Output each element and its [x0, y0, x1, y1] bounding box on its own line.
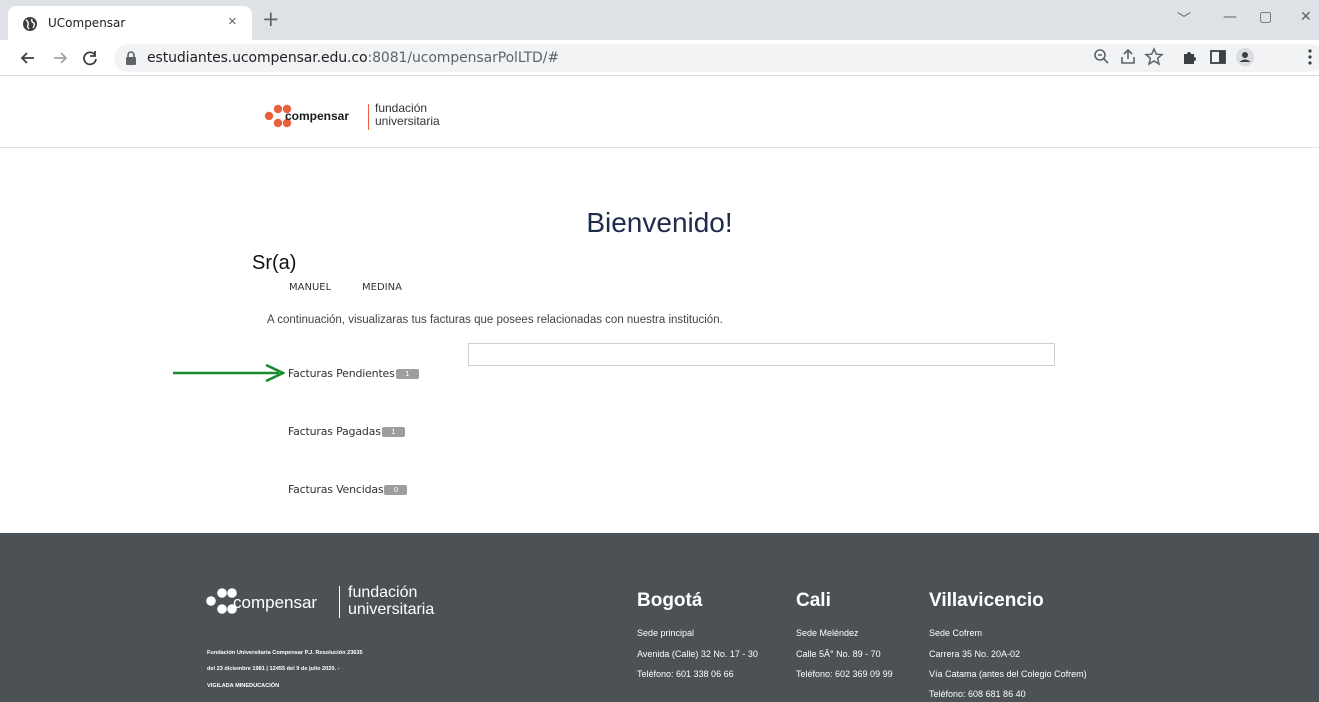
welcome-heading: Bienvenido!	[586, 207, 733, 238]
user-last-name: MEDINA	[362, 282, 402, 293]
legal-line-1: Fundación Universitaria Compensar P.J. R…	[207, 650, 363, 656]
extensions-puzzle-icon[interactable]	[1180, 47, 1200, 67]
pending-count-badge: 1	[395, 369, 419, 379]
paid-count-badge: 1	[381, 427, 405, 437]
close-tab-icon[interactable]: ×	[228, 13, 237, 30]
cali-line-2: Calle 5Â° No. 89 - 70	[796, 649, 881, 659]
logo-line-2: universitaria	[375, 113, 440, 128]
menu-kebab-icon[interactable]	[1300, 47, 1319, 67]
bogota-line-2: Avenida (Calle) 32 No. 17 - 30	[637, 649, 758, 659]
cali-line-3: Teléfono: 602 369 09 99	[796, 669, 893, 679]
overdue-invoices-link[interactable]: Facturas Vencidas 0	[288, 483, 408, 496]
profile-avatar-icon[interactable]	[1235, 47, 1255, 67]
footer-logo-fundacion: fundación universitaria	[348, 584, 435, 619]
city-cali-title: Cali	[796, 590, 831, 611]
site-header: compensar fundación universitaria	[0, 76, 1319, 148]
villavicencio-line-4: Teléfono: 608 681 86 40	[929, 689, 1026, 699]
legal-line-3: VIGILADA MINEDUCACIÓN	[207, 683, 280, 689]
cali-line-1: Sede Meléndez	[796, 628, 859, 638]
bogota-line-3: Teléfono: 601 338 06 66	[637, 669, 734, 679]
zoom-icon[interactable]	[1092, 47, 1112, 67]
user-first-name: MANUEL	[289, 282, 332, 293]
intro-text: A continuación, visualizaras tus factura…	[267, 314, 723, 326]
villavicencio-line-2: Carrera 35 No. 20A-02	[929, 649, 1021, 659]
footer-logo-line-1: fundación	[348, 584, 418, 601]
lock-icon[interactable]	[125, 51, 137, 65]
globe-icon	[23, 17, 37, 31]
city-bogota-title: Bogotá	[637, 590, 703, 611]
salutation: Sr(a)	[252, 252, 297, 274]
share-icon[interactable]	[1118, 47, 1138, 67]
invoice-detail-box	[468, 343, 1055, 366]
green-arrow-annotation	[173, 364, 285, 382]
url-host: estudiantes.ucompensar.edu.co	[147, 50, 368, 66]
legal-line-2: del 23 diciembre 1981 | 12455 del 9 de j…	[207, 666, 340, 672]
footer-logo-line-2: universitaria	[348, 600, 435, 618]
tab-title: UCompensar	[48, 16, 126, 30]
logo-line-1: fundación	[375, 101, 428, 115]
city-villavicencio-title: Villavicencio	[929, 590, 1044, 611]
villavicencio-line-1: Sede Cofrem	[929, 628, 983, 638]
logo-divider	[368, 104, 369, 130]
pending-invoices-link[interactable]: Facturas Pendientes 1	[288, 367, 419, 380]
logo-fundacion: fundación universitaria	[375, 102, 440, 127]
reload-icon[interactable]	[80, 48, 100, 68]
browser-tab[interactable]: UCompensar ×	[8, 6, 252, 40]
new-tab-button[interactable]: +	[262, 7, 280, 31]
bookmark-star-icon[interactable]	[1144, 47, 1164, 67]
tab-search-icon[interactable]: ﹀	[1177, 9, 1191, 29]
overdue-invoices-label: Facturas Vencidas	[288, 483, 384, 496]
back-arrow-icon[interactable]	[18, 48, 38, 68]
minimize-icon[interactable]: —	[1223, 9, 1237, 25]
footer-logo-divider	[339, 586, 340, 618]
side-panel-icon[interactable]	[1208, 47, 1228, 67]
logo-wordmark: compensar	[285, 109, 350, 123]
pending-invoices-label: Facturas Pendientes	[288, 367, 395, 380]
restore-icon[interactable]: ▢	[1259, 9, 1272, 25]
paid-invoices-label: Facturas Pagadas	[288, 425, 381, 438]
site-footer: compensar fundación universitaria Fundac…	[0, 533, 1319, 702]
close-window-icon[interactable]: ✕	[1300, 9, 1312, 25]
browser-toolbar: estudiantes.ucompensar.edu.co:8081/ucomp…	[0, 40, 1319, 76]
url-path: :8081/ucompensarPolLTD/#	[367, 50, 559, 66]
address-bar[interactable]: estudiantes.ucompensar.edu.co:8081/ucomp…	[114, 44, 1319, 72]
villavicencio-line-3: Vía Catama (antes del Colegio Cofrem)	[929, 669, 1087, 679]
url-text[interactable]: estudiantes.ucompensar.edu.co:8081/ucomp…	[147, 50, 559, 66]
overdue-count-badge: 0	[384, 485, 408, 495]
footer-logo-wordmark: compensar	[233, 593, 318, 612]
browser-tab-strip: UCompensar × + ﹀ — ▢ ✕	[0, 0, 1319, 40]
forward-arrow-icon[interactable]	[50, 48, 70, 68]
bogota-line-1: Sede principal	[637, 628, 695, 638]
paid-invoices-link[interactable]: Facturas Pagadas 1	[288, 425, 405, 438]
